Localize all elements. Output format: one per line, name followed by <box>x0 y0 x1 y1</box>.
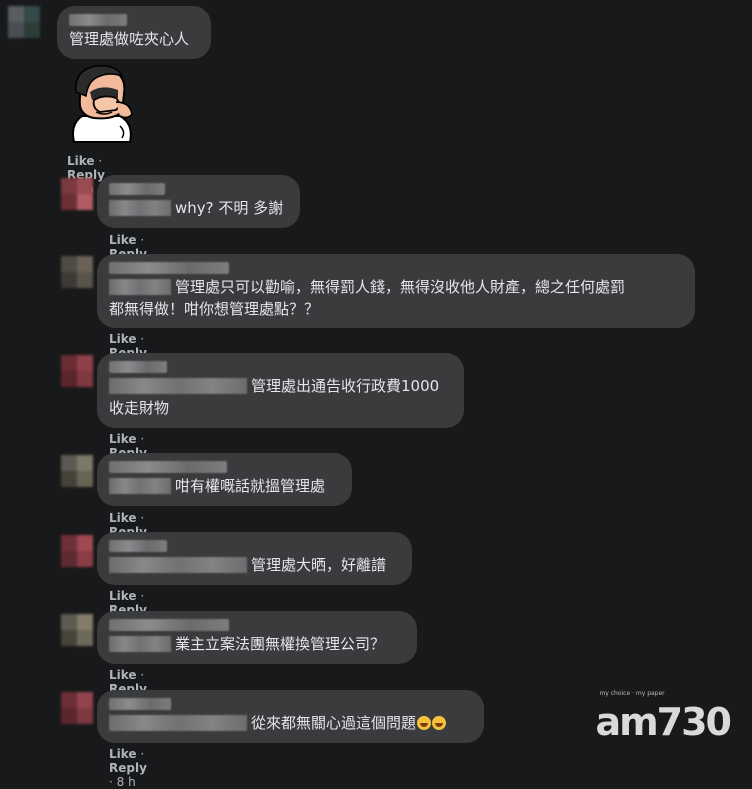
author-name[interactable] <box>109 183 165 195</box>
mention-blurred[interactable] <box>109 557 247 573</box>
comment-bubble: 管理處大晒，好離譜 <box>97 532 412 585</box>
avatar[interactable] <box>61 355 93 387</box>
comment-text: 咁有權嘅話就搵管理處 <box>175 477 326 495</box>
author-name[interactable] <box>109 540 167 552</box>
comment-bubble: 咁有權嘅話就搵管理處 <box>97 453 352 506</box>
mention-blurred[interactable] <box>109 378 247 394</box>
comment-text: why? 不明 多謝 <box>175 199 284 217</box>
avatar[interactable] <box>61 692 93 724</box>
comment-bubble: 管理處做咗夾心人 <box>57 6 211 59</box>
comment-bubble: 管理處只可以勸喻，無得罰人錢，無得沒收他人財產，總之任何處罰 都無得做！咁你想管… <box>97 254 695 328</box>
mention-blurred[interactable] <box>109 636 171 652</box>
author-name[interactable] <box>109 698 171 710</box>
mention-blurred[interactable] <box>109 715 247 731</box>
watermark-tagline: my choice · my paper <box>599 690 665 697</box>
comment-text: 管理處大晒，好離譜 <box>251 556 387 574</box>
like-link[interactable]: Like <box>109 432 137 446</box>
like-link[interactable]: Like <box>67 154 95 168</box>
comment-actions: Like · Reply · 8 h <box>109 747 147 789</box>
reply-link[interactable]: Reply <box>109 761 147 775</box>
author-name[interactable] <box>109 619 229 631</box>
like-link[interactable]: Like <box>109 668 137 682</box>
mention-blurred[interactable] <box>109 200 171 216</box>
like-link[interactable]: Like <box>109 589 137 603</box>
comment-text: 管理處做咗夾心人 <box>69 30 190 48</box>
timestamp[interactable]: 8 h <box>117 775 136 789</box>
avatar[interactable] <box>61 256 93 288</box>
watermark-brand: am730 <box>595 700 732 744</box>
like-link[interactable]: Like <box>109 332 137 346</box>
like-link[interactable]: Like <box>109 511 137 525</box>
avatar[interactable] <box>61 614 93 646</box>
author-name[interactable] <box>109 262 229 274</box>
author-name[interactable] <box>109 461 227 473</box>
mention-blurred[interactable] <box>109 478 171 494</box>
author-name[interactable] <box>109 361 167 373</box>
avatar[interactable] <box>61 535 93 567</box>
am730-watermark: my choice · my paper am730 <box>595 690 732 744</box>
rofl-emoji <box>417 716 432 730</box>
facepalm-sticker <box>72 64 133 143</box>
mention-blurred[interactable] <box>109 279 171 295</box>
comment-text: 管理處只可以勸喻，無得罰人錢，無得沒收他人財產，總之任何處罰 都無得做！咁你想管… <box>109 278 626 318</box>
avatar[interactable] <box>61 455 93 487</box>
comment-bubble: 從來都無關心過這個問題 <box>97 690 484 743</box>
author-name[interactable] <box>69 14 127 26</box>
comment-text: 從來都無關心過這個問題 <box>251 714 417 732</box>
like-link[interactable]: Like <box>109 747 137 761</box>
like-link[interactable]: Like <box>109 233 137 247</box>
comment-bubble: 業主立案法團無權換管理公司？ <box>97 611 417 664</box>
comment-text: 業主立案法團無權換管理公司？ <box>175 635 386 653</box>
avatar[interactable] <box>8 6 40 38</box>
comment-bubble: 管理處出通告收行政費1000 收走財物 <box>97 353 464 428</box>
comment-bubble: why? 不明 多謝 <box>97 175 300 228</box>
rofl-emoji <box>432 716 447 730</box>
avatar[interactable] <box>61 178 93 210</box>
